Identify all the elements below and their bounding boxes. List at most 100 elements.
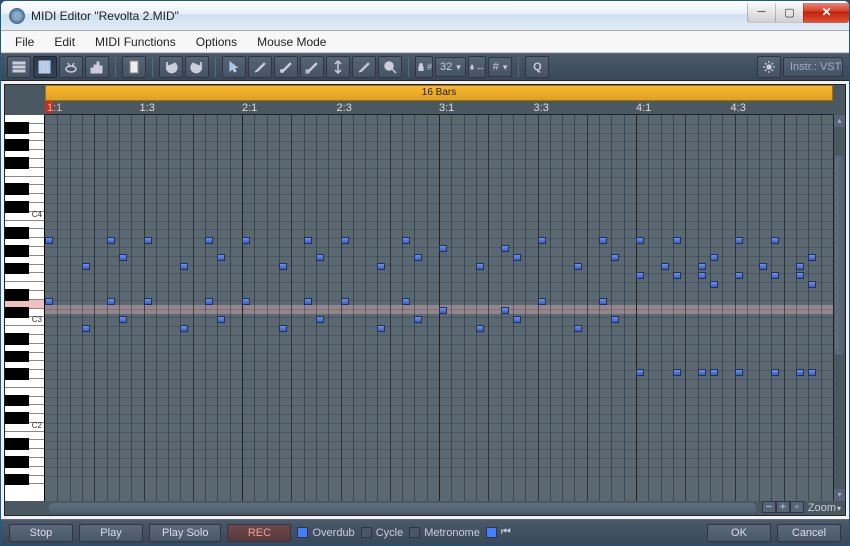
midi-note[interactable] [538, 298, 546, 305]
menu-edit[interactable]: Edit [46, 33, 83, 51]
midi-note[interactable] [661, 263, 669, 270]
midi-note[interactable] [808, 281, 816, 288]
midi-note[interactable] [279, 263, 287, 270]
midi-note[interactable] [599, 237, 607, 244]
close-button[interactable]: ✕ [803, 3, 849, 23]
midi-note[interactable] [180, 325, 188, 332]
midi-note[interactable] [574, 263, 582, 270]
midi-note[interactable] [316, 254, 324, 261]
midi-note[interactable] [808, 254, 816, 261]
midi-note[interactable] [735, 369, 743, 376]
undo-button[interactable] [159, 56, 183, 78]
ok-button[interactable]: OK [707, 524, 771, 542]
record-button[interactable]: REC [227, 524, 291, 542]
piano-roll-button[interactable] [33, 56, 57, 78]
velocity-editor-button[interactable] [85, 56, 109, 78]
midi-note[interactable] [673, 237, 681, 244]
midi-note[interactable] [501, 245, 509, 252]
midi-note[interactable] [45, 237, 53, 244]
play-solo-button[interactable]: Play Solo [149, 524, 221, 542]
midi-note[interactable] [205, 237, 213, 244]
play-button[interactable]: Play [79, 524, 143, 542]
length-select[interactable]: #▾ [488, 57, 513, 77]
midi-note[interactable] [304, 237, 312, 244]
settings-button[interactable] [757, 56, 781, 78]
menu-midi[interactable]: MIDI Functions [87, 33, 184, 51]
midi-note[interactable] [710, 281, 718, 288]
midi-note[interactable] [439, 245, 447, 252]
midi-note[interactable] [242, 237, 250, 244]
drum-editor-button[interactable] [59, 56, 83, 78]
zoom-fit-button[interactable]: ▫ [790, 501, 804, 513]
quantize-lock-button[interactable]: # [415, 56, 433, 78]
midi-note[interactable] [710, 254, 718, 261]
skip-start-button[interactable]: ⏮ [486, 526, 511, 539]
midi-note[interactable] [735, 272, 743, 279]
midi-note[interactable] [796, 263, 804, 270]
midi-note[interactable] [439, 307, 447, 314]
pointer-tool[interactable] [222, 56, 246, 78]
midi-note[interactable] [673, 369, 681, 376]
midi-note[interactable] [82, 263, 90, 270]
midi-note[interactable] [205, 298, 213, 305]
midi-note[interactable] [796, 369, 804, 376]
zoom-menu[interactable]: Zoom ▾ [804, 501, 845, 515]
cycle-checkbox[interactable]: Cycle [361, 527, 404, 539]
midi-note[interactable] [476, 325, 484, 332]
midi-note[interactable] [808, 369, 816, 376]
midi-note[interactable] [402, 237, 410, 244]
midi-note[interactable] [759, 263, 767, 270]
horizontal-scrollbar[interactable] [45, 501, 760, 515]
minimize-button[interactable]: ─ [747, 3, 775, 23]
midi-note[interactable] [698, 272, 706, 279]
vertical-scrollbar[interactable]: ▴ ▾ [833, 115, 845, 501]
maximize-button[interactable]: ▢ [775, 3, 803, 23]
time-ruler[interactable]: 1:1 1:3 2:1 2:3 3:1 3:3 4:1 4:3 [45, 101, 833, 115]
midi-note[interactable] [538, 237, 546, 244]
midi-note[interactable] [304, 298, 312, 305]
quantize-button[interactable]: Q [525, 56, 549, 78]
zoom-in-h-button[interactable]: + [776, 501, 790, 513]
drum-draw-tool[interactable] [274, 56, 298, 78]
menu-file[interactable]: File [7, 33, 42, 51]
zoom-out-h-button[interactable]: − [762, 501, 776, 513]
overdub-checkbox[interactable]: Overdub [297, 527, 354, 539]
midi-note[interactable] [316, 316, 324, 323]
scroll-down-icon[interactable]: ▾ [834, 489, 845, 501]
midi-note[interactable] [771, 237, 779, 244]
midi-note[interactable] [611, 254, 619, 261]
midi-note[interactable] [217, 316, 225, 323]
midi-note[interactable] [513, 254, 521, 261]
instrument-label[interactable]: Instr.: VSTi 1: [783, 57, 843, 77]
midi-note[interactable] [279, 325, 287, 332]
hscroll-thumb[interactable] [49, 503, 756, 513]
midi-note[interactable] [377, 325, 385, 332]
midi-note[interactable] [341, 237, 349, 244]
midi-note[interactable] [341, 298, 349, 305]
midi-note[interactable] [513, 316, 521, 323]
midi-note[interactable] [501, 307, 509, 314]
midi-note[interactable] [119, 254, 127, 261]
midi-note[interactable] [710, 369, 718, 376]
velocity-tool[interactable] [326, 56, 350, 78]
midi-note[interactable] [771, 369, 779, 376]
zoom-tool[interactable] [378, 56, 402, 78]
piano-keyboard[interactable]: C4C3C2 [5, 115, 45, 501]
midi-note[interactable] [735, 237, 743, 244]
midi-note[interactable] [476, 263, 484, 270]
midi-note[interactable] [414, 316, 422, 323]
cancel-button[interactable]: Cancel [777, 524, 841, 542]
midi-note[interactable] [377, 263, 385, 270]
vscroll-thumb[interactable] [835, 155, 844, 355]
draw-tool[interactable] [248, 56, 272, 78]
midi-note[interactable] [611, 316, 619, 323]
midi-note[interactable] [144, 298, 152, 305]
midi-note[interactable] [107, 298, 115, 305]
midi-note[interactable] [636, 272, 644, 279]
midi-note[interactable] [402, 298, 410, 305]
note-grid[interactable] [45, 115, 833, 501]
metronome-checkbox[interactable]: Metronome [409, 527, 480, 539]
erase-tool[interactable] [352, 56, 376, 78]
titlebar[interactable]: MIDI Editor "Revolta 2.MID" ─ ▢ ✕ [1, 1, 849, 31]
redo-button[interactable] [185, 56, 209, 78]
